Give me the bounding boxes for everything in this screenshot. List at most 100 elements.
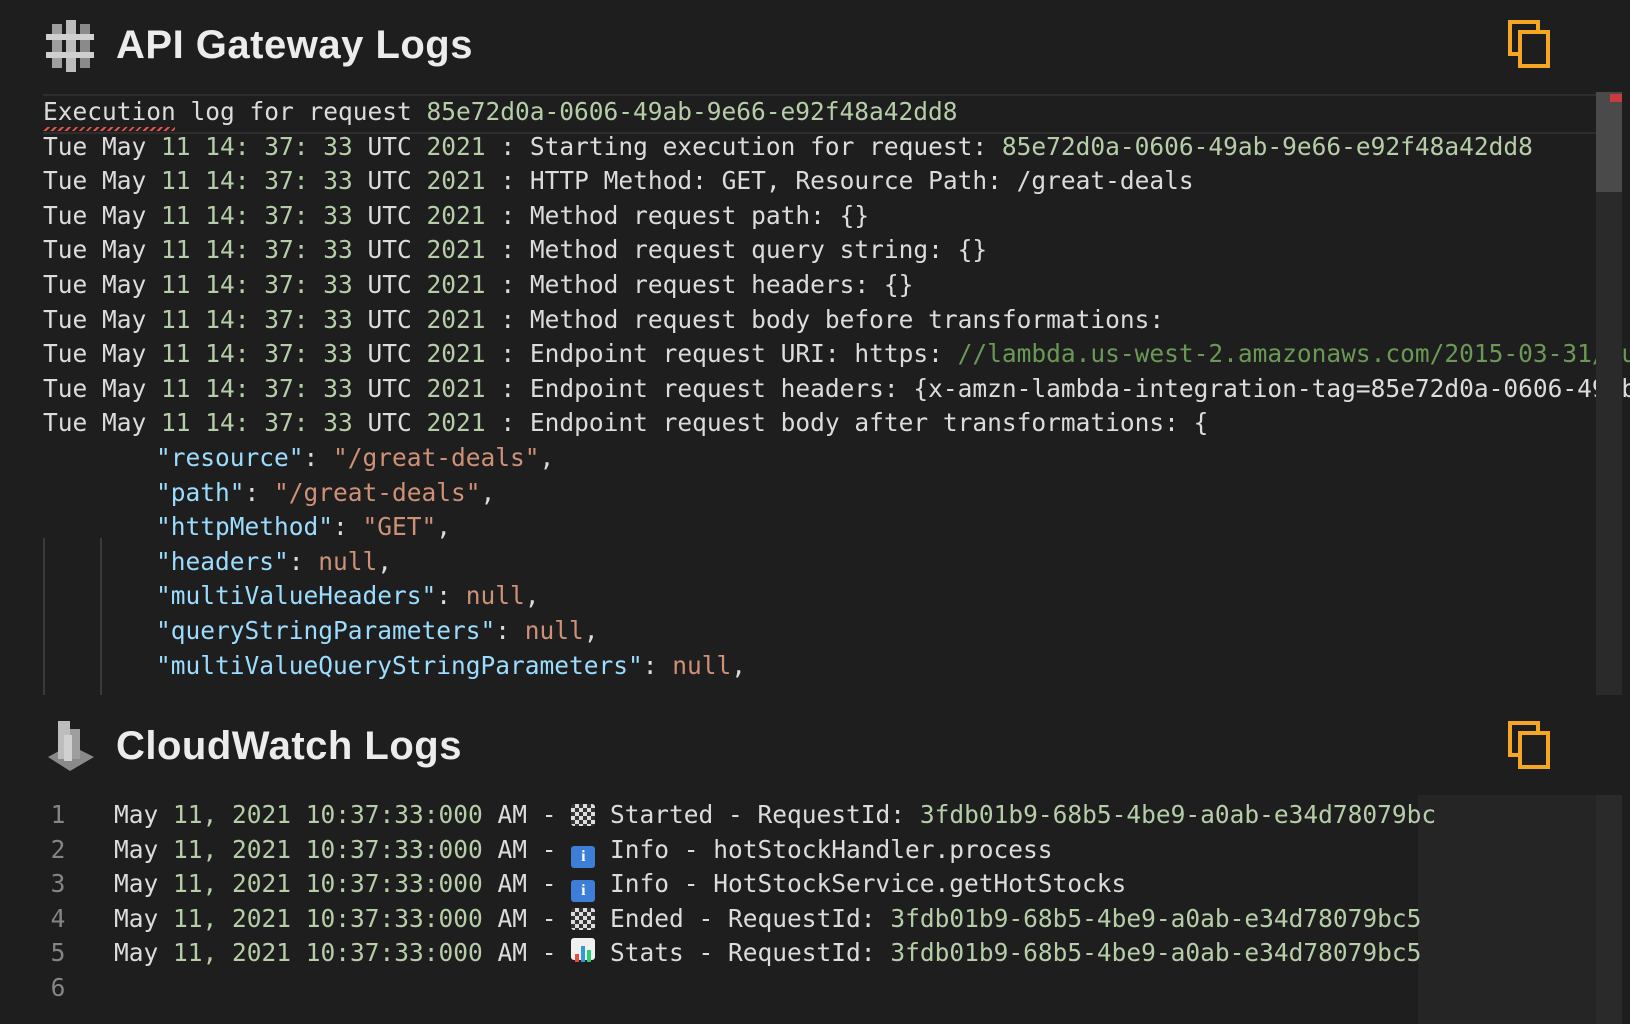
- log-year: 2021: [426, 166, 486, 196]
- checkered-flag-icon: [571, 804, 596, 826]
- line-number: 2: [50, 834, 66, 864]
- log-line: Tue May 11 14: 37: 33 UTC 2021 : Method …: [43, 232, 987, 268]
- log-tz: UTC: [367, 373, 427, 403]
- copy-icon[interactable]: [1508, 20, 1550, 68]
- log-message: : HTTP Method: GET, Resource Path: /grea…: [485, 166, 1194, 196]
- cloudwatch-log-view[interactable]: 1 May 11, 2021 10:37:33:000 AM - Started …: [0, 795, 1630, 1024]
- log-year: 2021: [426, 200, 486, 230]
- info-icon: i: [571, 880, 596, 903]
- line-number: 3: [50, 869, 66, 899]
- api-gateway-header: API Gateway Logs: [0, 0, 1630, 92]
- log-message: Ended - RequestId:: [595, 903, 891, 933]
- json-key: "queryStringParameters": [156, 616, 496, 645]
- request-id: 3fdb01b9-68b5-4be9-a0ab-e34d78079bc5: [890, 938, 1422, 968]
- json-colon: :: [333, 512, 363, 542]
- log-message: : Method request query string: {}: [485, 235, 988, 265]
- log-month: May: [114, 869, 174, 899]
- log-tz: UTC: [367, 304, 427, 334]
- json-key: "multiValueHeaders": [156, 581, 437, 611]
- indent-guide: [100, 538, 102, 695]
- log-tz: UTC: [367, 270, 427, 299]
- request-id: 3fdb01b9-68b5-4be9-a0ab-e34d78079bc: [919, 800, 1437, 829]
- json-comma: ,: [731, 650, 747, 680]
- log-timestamp: 11, 2021 10:37:33:000: [173, 938, 483, 968]
- log-message: Stats - RequestId:: [595, 938, 891, 968]
- cloudwatch-log-line: May 11, 2021 10:37:33:000 AM - Stats - R…: [114, 935, 1421, 971]
- log-tz: UTC: [367, 235, 427, 265]
- log-line: Execution log for request 85e72d0a-0606-…: [43, 94, 958, 130]
- bar-chart-icon: [571, 938, 596, 963]
- json-line: "headers": null,: [156, 544, 392, 580]
- log-day: Tue May: [43, 270, 162, 299]
- copy-icon[interactable]: [1508, 721, 1550, 769]
- cloudwatch-title: CloudWatch Logs: [116, 724, 462, 768]
- minimap[interactable]: [1418, 795, 1598, 1024]
- json-key: "resource": [156, 443, 304, 472]
- log-line: Tue May 11 14: 37: 33 UTC 2021 : Startin…: [43, 129, 1533, 165]
- json-value: "/great-deals": [333, 443, 540, 472]
- json-value: null: [318, 546, 378, 576]
- json-line: "multiValueHeaders": null,: [156, 578, 540, 614]
- log-message: : Method request body before transformat…: [485, 304, 1165, 334]
- request-id: 85e72d0a-0606-49ab-9e66-e92f48a42dd8: [426, 97, 958, 126]
- log-line: Tue May 11 14: 37: 33 UTC 2021 : HTTP Me…: [43, 163, 1194, 199]
- vertical-scrollbar[interactable]: [1596, 795, 1622, 1024]
- json-key: "httpMethod": [156, 512, 334, 542]
- log-day: Tue May: [43, 166, 162, 196]
- log-time: 11 14: 37: 33: [161, 408, 368, 438]
- json-colon: :: [244, 477, 275, 507]
- json-comma: ,: [377, 546, 393, 576]
- scrollbar-thumb[interactable]: [1596, 92, 1622, 192]
- json-comma: ,: [480, 477, 496, 507]
- json-comma: ,: [524, 581, 540, 611]
- log-day: Tue May: [43, 373, 162, 403]
- log-line: Tue May 11 14: 37: 33 UTC 2021 : Method …: [43, 302, 1164, 338]
- log-time: 11 14: 37: 33: [161, 131, 368, 161]
- api-gateway-title: API Gateway Logs: [116, 23, 473, 67]
- api-gateway-log-view[interactable]: Execution log for request 85e72d0a-0606-…: [0, 92, 1630, 695]
- json-line: "resource": "/great-deals",: [156, 440, 554, 476]
- log-year: 2021: [426, 131, 486, 161]
- cloudwatch-header: CloudWatch Logs: [0, 695, 1630, 795]
- log-tz: UTC: [367, 339, 427, 369]
- json-value: null: [465, 581, 525, 611]
- json-colon: :: [436, 581, 466, 611]
- cloudwatch-log-line: May 11, 2021 10:37:33:000 AM - i Info - …: [114, 866, 1126, 903]
- indent-guide: [43, 538, 45, 695]
- log-year: 2021: [426, 339, 486, 369]
- json-comma: ,: [583, 616, 599, 645]
- log-ampm: AM -: [482, 938, 572, 968]
- log-day: Tue May: [43, 408, 162, 438]
- log-day: Tue May: [43, 339, 162, 369]
- cloudwatch-log-line: May 11, 2021 10:37:33:000 AM - i Info - …: [114, 832, 1053, 868]
- log-message: Started - RequestId:: [595, 800, 920, 829]
- log-message: : Method request path: {}: [485, 200, 870, 230]
- log-line: Tue May 11 14: 37: 33 UTC 2021 : Method …: [43, 198, 869, 234]
- log-message: : Endpoint request headers: {x-amzn-lamb…: [485, 373, 1630, 403]
- log-timestamp: 11, 2021 10:37:33:000: [173, 903, 483, 933]
- json-key: "multiValueQueryStringParameters": [156, 650, 643, 680]
- log-day: Tue May: [43, 235, 162, 265]
- json-colon: :: [495, 616, 525, 645]
- json-value: null: [672, 650, 732, 680]
- log-tz: UTC: [367, 131, 427, 161]
- line-number: 6: [50, 973, 66, 1002]
- json-value: null: [524, 616, 584, 645]
- json-colon: :: [288, 546, 319, 576]
- log-time: 11 14: 37: 33: [161, 166, 368, 196]
- log-month: May: [114, 938, 174, 968]
- info-icon: i: [571, 845, 596, 868]
- json-line: "path": "/great-deals",: [156, 475, 495, 511]
- log-day: Tue May: [43, 200, 162, 230]
- json-key: "headers": [156, 546, 289, 576]
- log-message: : Method request headers: {}: [485, 270, 914, 299]
- log-year: 2021: [426, 235, 486, 265]
- log-timestamp: 11, 2021 10:37:33:000: [173, 800, 483, 829]
- line-number: 1: [50, 800, 66, 829]
- json-colon: :: [303, 443, 334, 472]
- json-value: "GET": [362, 512, 437, 542]
- log-time: 11 14: 37: 33: [161, 339, 368, 369]
- json-line: "queryStringParameters": null,: [156, 613, 599, 649]
- log-message: : Starting execution for request:: [485, 131, 1002, 161]
- log-line: Tue May 11 14: 37: 33 UTC 2021 : Endpoin…: [43, 371, 1630, 407]
